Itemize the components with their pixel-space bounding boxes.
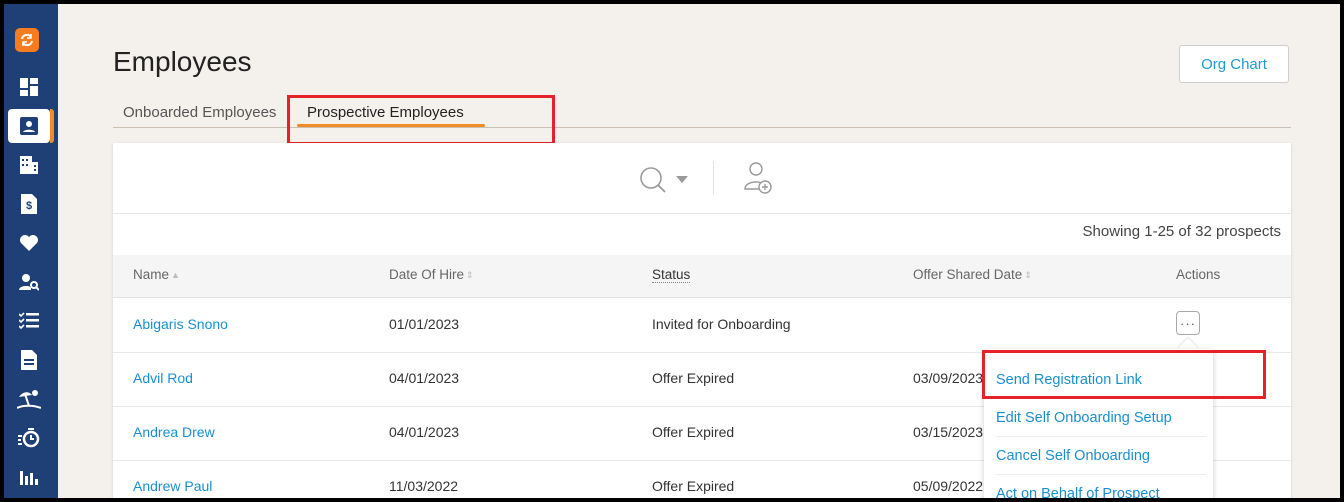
sync-logo-icon[interactable] [15, 28, 39, 52]
tab-onboarded-employees[interactable]: Onboarded Employees [123, 104, 276, 121]
menu-item-cancel-self-onboarding[interactable]: Cancel Self Onboarding [996, 437, 1206, 475]
app-window: $ Employees Org Chart Onboarded Employee… [4, 4, 1340, 498]
sidebar-item-company[interactable] [8, 148, 50, 182]
org-chart-button[interactable]: Org Chart [1179, 45, 1289, 83]
offer-shared-date: 03/09/2023 [913, 370, 984, 386]
employee-id-icon [20, 117, 38, 135]
sidebar-item-reports[interactable] [8, 460, 50, 494]
svg-text:$: $ [26, 200, 32, 212]
prospect-name-link[interactable]: Andrea Drew [133, 424, 215, 440]
sidebar-item-time-off[interactable] [8, 382, 50, 416]
column-header-date-of-hire[interactable]: Date Of Hire ⇕ [389, 267, 474, 282]
chevron-down-icon [676, 176, 688, 183]
sort-icon: ⇕ [1024, 270, 1032, 280]
prospect-name-link[interactable]: Abigaris Snono [133, 316, 228, 332]
prospect-name-link[interactable]: Andrew Paul [133, 478, 212, 494]
reports-chart-icon [20, 471, 38, 485]
table-row: Abigaris Snono 01/01/2023 Invited for On… [113, 298, 1291, 353]
add-user-icon [744, 162, 772, 194]
document-icon [21, 350, 37, 370]
search-icon [640, 167, 666, 193]
results-count: Showing 1-25 of 32 prospects [1082, 223, 1281, 240]
column-header-actions: Actions [1176, 267, 1221, 282]
date-of-hire: 11/03/2022 [389, 478, 459, 494]
heart-icon [20, 235, 38, 251]
timer-icon [18, 428, 40, 448]
sidebar-item-documents[interactable] [8, 343, 50, 377]
sidebar-item-tasks[interactable] [8, 304, 50, 338]
table-header: Name ▲ Date Of Hire ⇕ Status Offer Shared … [113, 255, 1291, 298]
date-of-hire: 04/01/2023 [389, 424, 460, 440]
row-actions-button[interactable]: ··· [1176, 311, 1200, 335]
dashboard-icon [20, 78, 38, 96]
sidebar-item-dashboard[interactable] [8, 70, 50, 104]
user-search-icon [19, 274, 39, 291]
status: Offer Expired [652, 478, 735, 494]
sidebar: $ [4, 4, 58, 498]
highlight-box-menu-item [982, 350, 1266, 399]
toolbar-separator [713, 161, 714, 195]
offer-shared-date: 05/09/2022 [913, 478, 984, 494]
sort-icon: ⇕ [466, 270, 474, 280]
column-header-offer-shared-date[interactable]: Offer Shared Date ⇕ [913, 267, 1032, 282]
toolbar-divider [113, 213, 1291, 214]
payroll-document-icon: $ [21, 194, 37, 214]
menu-item-edit-self-onboarding-setup[interactable]: Edit Self Onboarding Setup [996, 399, 1206, 437]
menu-item-act-on-behalf-of-prospect[interactable]: Act on Behalf of Prospect [996, 475, 1206, 499]
status: Invited for Onboarding [652, 316, 791, 332]
checklist-icon [19, 312, 39, 330]
search-filter-button[interactable] [638, 165, 690, 193]
sidebar-item-payroll[interactable]: $ [8, 187, 50, 221]
date-of-hire: 01/01/2023 [389, 316, 460, 332]
column-header-name[interactable]: Name ▲ [133, 267, 180, 282]
date-of-hire: 04/01/2023 [389, 370, 460, 386]
status: Offer Expired [652, 370, 735, 386]
sidebar-item-time-tracking[interactable] [8, 421, 50, 455]
add-prospect-button[interactable] [743, 161, 777, 197]
sidebar-item-recruiting[interactable] [8, 265, 50, 299]
sidebar-item-employees[interactable] [8, 109, 54, 143]
highlight-box-tab [287, 95, 555, 145]
prospect-name-link[interactable]: Advil Rod [133, 370, 193, 386]
beach-vacation-icon [17, 390, 41, 409]
building-icon [20, 156, 38, 174]
sort-icon: ▲ [171, 270, 180, 280]
column-header-status[interactable]: Status [652, 267, 691, 283]
offer-shared-date: 03/15/2023 [913, 424, 984, 440]
sidebar-item-benefits[interactable] [8, 226, 50, 260]
page-title: Employees [113, 46, 252, 77]
status: Offer Expired [652, 424, 735, 440]
